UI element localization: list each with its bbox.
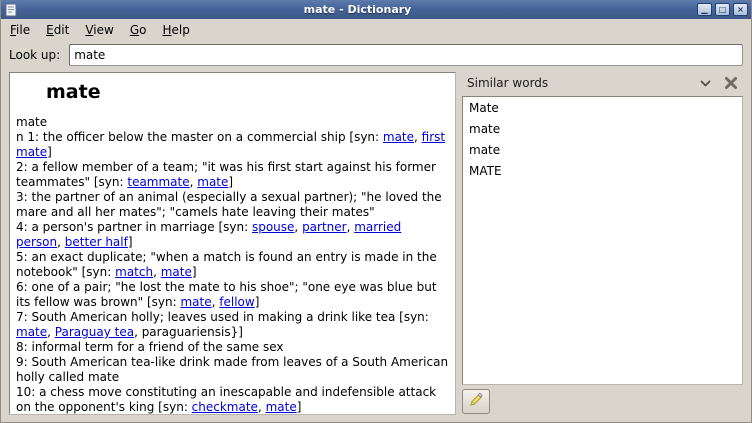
definition-block: 6: one of a pair; "he lost the mate to h… <box>16 280 449 310</box>
definition-text: ] <box>255 295 260 309</box>
menu-edit[interactable]: Edit <box>39 21 76 39</box>
definition-text: , paraguariensis}] <box>134 325 243 339</box>
definition-text: mate <box>16 115 47 129</box>
window-icon <box>4 3 18 17</box>
definition-block: 3: the partner of an animal (especially … <box>16 190 449 220</box>
definition-text: , <box>414 130 422 144</box>
synonym-link[interactable]: mate <box>197 175 228 189</box>
definition-text: 7: South American holly; leaves used in … <box>16 310 429 324</box>
similar-word-item[interactable]: Mate <box>463 97 742 118</box>
definition-text: 4: a person's partner in marriage [syn: <box>16 220 252 234</box>
maximize-button[interactable]: □ <box>715 3 730 16</box>
lookup-input[interactable] <box>69 44 743 66</box>
definition-text: 9: South American tea-like drink made fr… <box>16 355 448 384</box>
definition-text: 5: an exact duplicate; "when a match is … <box>16 250 437 279</box>
definition-block: 10: a chess move constituting an inescap… <box>16 385 449 415</box>
definition-block: mate <box>16 115 449 130</box>
similar-words-title: Similar words <box>467 76 688 90</box>
definition-block: 2: a fellow member of a team; "it was hi… <box>16 160 449 190</box>
synonym-link[interactable]: match <box>115 265 153 279</box>
pencil-icon <box>468 392 484 411</box>
definition-block: 8: informal term for a friend of the sam… <box>16 340 449 355</box>
similar-word-item[interactable]: mate <box>463 139 742 160</box>
synonym-link[interactable]: mate <box>16 325 47 339</box>
main-area: mate maten 1: the officer below the mast… <box>1 70 751 422</box>
close-icon[interactable] <box>722 74 740 92</box>
definition-body: maten 1: the officer below the master on… <box>16 115 449 415</box>
chevron-down-icon[interactable] <box>696 74 714 92</box>
definition-text: , <box>57 235 65 249</box>
definition-text: n 1: the officer below the master on a c… <box>16 130 383 144</box>
synonym-link[interactable]: mate <box>266 400 297 414</box>
synonym-link[interactable]: mate <box>161 265 192 279</box>
synonym-link[interactable]: mate <box>383 130 414 144</box>
synonym-link[interactable]: spouse <box>252 220 294 234</box>
definition-text: 8: informal term for a friend of the sam… <box>16 340 284 354</box>
synonym-link[interactable]: Paraguay tea <box>55 325 134 339</box>
headword: mate <box>46 81 449 103</box>
definition-block: 7: South American holly; leaves used in … <box>16 310 449 340</box>
definition-text: ] <box>297 400 302 414</box>
synonym-link[interactable]: fellow <box>219 295 254 309</box>
titlebar[interactable]: mate - Dictionary ▁ □ × <box>1 0 751 19</box>
menubar: File Edit View Go Help <box>1 19 751 40</box>
synonym-link[interactable]: mate <box>180 295 211 309</box>
lookup-row: Look up: <box>1 40 751 70</box>
synonym-link[interactable]: better half <box>65 235 128 249</box>
definition-text: ] <box>228 175 233 189</box>
definition-text: , <box>47 325 55 339</box>
definition-text: 3: the partner of an animal (especially … <box>16 190 442 219</box>
sidebar-footer <box>462 385 743 415</box>
similar-word-item[interactable]: mate <box>463 118 742 139</box>
menu-view[interactable]: View <box>78 21 120 39</box>
definition-block: 4: a person's partner in marriage [syn: … <box>16 220 449 250</box>
definition-text: , <box>153 265 161 279</box>
definition-text: , <box>258 400 266 414</box>
definition-block: 9: South American tea-like drink made fr… <box>16 355 449 385</box>
similar-words-panel: Similar words MatematemateMATE <box>462 72 743 415</box>
synonym-link[interactable]: checkmate <box>192 400 258 414</box>
lookup-label: Look up: <box>9 48 60 62</box>
definition-text: , <box>294 220 302 234</box>
dictionary-window: mate - Dictionary ▁ □ × File Edit View G… <box>0 0 752 423</box>
synonym-link[interactable]: partner <box>302 220 347 234</box>
definition-text: ] <box>128 235 133 249</box>
definition-text: ] <box>192 265 197 279</box>
menu-go[interactable]: Go <box>123 21 154 39</box>
similar-words-header: Similar words <box>462 72 743 96</box>
edit-button[interactable] <box>462 389 490 414</box>
close-button[interactable]: × <box>733 3 748 16</box>
menu-file[interactable]: File <box>3 21 37 39</box>
definition-block: n 1: the officer below the master on a c… <box>16 130 449 160</box>
window-controls: ▁ □ × <box>697 3 748 16</box>
similar-words-list[interactable]: MatematemateMATE <box>462 96 743 385</box>
window-title: mate - Dictionary <box>21 3 694 16</box>
definition-text: ] <box>47 145 52 159</box>
definition-block: 5: an exact duplicate; "when a match is … <box>16 250 449 280</box>
menu-help[interactable]: Help <box>155 21 196 39</box>
minimize-button[interactable]: ▁ <box>697 3 712 16</box>
synonym-link[interactable]: teammate <box>127 175 189 189</box>
definition-panel[interactable]: mate maten 1: the officer below the mast… <box>9 72 456 415</box>
similar-word-item[interactable]: MATE <box>463 160 742 181</box>
